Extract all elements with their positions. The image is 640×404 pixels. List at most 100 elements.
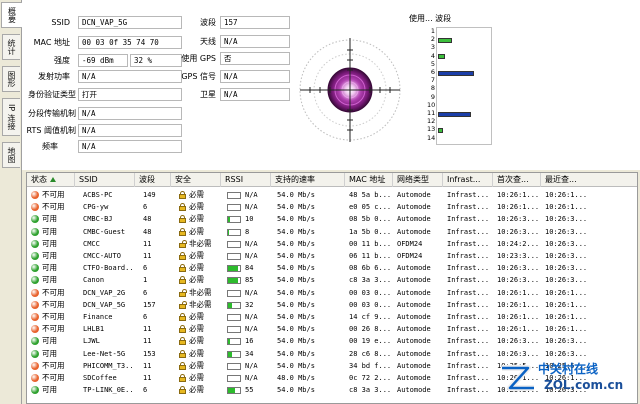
table-row[interactable]: 不可用 Finance 6 必需 N/A 54.0 Mb/s 14 cf 9... Autom… <box>27 311 637 323</box>
channel-cell: 6 <box>143 386 148 395</box>
ssid-cell: LJWL <box>83 337 100 346</box>
tab-overview[interactable]: 概要 <box>1 2 22 28</box>
status-text: 不可用 <box>42 312 65 321</box>
network-type-cell: Automode <box>397 203 431 212</box>
antenna-label: 天线 <box>200 37 216 46</box>
rate-cell: 48.0 Mb/s <box>277 374 315 382</box>
column-header-ssid[interactable]: SSID <box>75 173 135 187</box>
channel-cell: 11 <box>143 239 152 248</box>
freq-label: 频率 <box>42 142 58 151</box>
table-row[interactable]: 可用 CTFO-Board... 6 必需 84 54.0 Mb/s 08 6b 6... A… <box>27 262 637 274</box>
table-row[interactable]: 可用 CMCC-AUTO 11 必需 N/A 54.0 Mb/s 06 11 b... OFD… <box>27 250 637 262</box>
rssi-bar <box>227 387 241 395</box>
table-header: 状态 SSID 波段 安全 RSSI 支持的速率 MAC 地址 网络类型 Infrast... 首… <box>27 173 637 187</box>
column-header-mode[interactable]: 网络类型 <box>393 173 443 187</box>
tab-graph[interactable]: 图形 <box>2 66 20 92</box>
table-row[interactable]: 不可用 CPG-yw 6 必需 N/A 54.0 Mb/s e0 05 c... Automo… <box>27 201 637 213</box>
rts-label: RTS 阈值机制 <box>26 126 76 135</box>
status-text: 可用 <box>42 275 57 285</box>
column-header-label: SSID <box>79 175 98 184</box>
rate-cell: 54.0 Mb/s <box>277 215 315 224</box>
watermark-brand: 中关村在线 <box>538 362 599 376</box>
column-header-status[interactable]: 状态 <box>27 173 75 187</box>
table-row[interactable]: 不可用 ACBS-PC 149 必需 N/A 54.0 Mb/s 48 5a b... Aut… <box>27 189 637 201</box>
watermark-site: ZOL.com.cn <box>544 378 624 392</box>
security-cell: 非必需 <box>189 287 212 297</box>
frag-value: N/A <box>78 107 182 120</box>
ssid-value: DCN_VAP_5G <box>78 16 182 29</box>
column-header-sec[interactable]: 安全 <box>171 173 221 187</box>
rssi-bar <box>227 253 241 260</box>
status-unavailable-icon <box>31 325 39 334</box>
infrastructure-cell: Infrast... <box>447 239 490 248</box>
status-unavailable-icon <box>31 361 39 370</box>
table-row[interactable]: 可用 LJWL 11 必需 16 54.0 Mb/s 00 19 e... Automode I… <box>27 335 637 347</box>
rssi-bar <box>227 192 241 199</box>
mac-cell: 14 cf 9... <box>349 313 392 321</box>
mac-cell: c8 3a 3... <box>349 276 392 285</box>
column-header-label: Infrast... <box>447 175 481 184</box>
infrastructure-cell: Infrast... <box>447 361 490 370</box>
table-row[interactable]: 可用 Canon 1 必需 85 54.0 Mb/s c8 3a 3... Automode I… <box>27 274 637 286</box>
column-header-first[interactable]: 首次查... <box>493 173 541 187</box>
rate-cell: 54.0 Mb/s <box>277 227 315 236</box>
ssid-cell: DCN_VAP_5G <box>83 300 126 309</box>
first-seen-cell: 10:26:1... <box>497 313 540 321</box>
rate-cell: 54.0 Mb/s <box>277 386 315 395</box>
strength-pct-value: 32 % <box>130 54 182 67</box>
mac-cell: 08 6b 6... <box>349 264 392 273</box>
infrastructure-cell: Infrast... <box>447 288 490 297</box>
network-type-cell: OFDM24 <box>397 252 423 260</box>
infrastructure-cell: Infrast... <box>447 252 490 260</box>
table-row[interactable]: 可用 CMBC-BJ 48 必需 10 54.0 Mb/s 08 5b 0... Automo… <box>27 213 637 225</box>
tab-statistics[interactable]: 统计 <box>2 34 20 60</box>
rssi-cell: 10 <box>245 215 254 224</box>
status-available-icon <box>31 252 39 260</box>
status-text: 不可用 <box>42 373 65 382</box>
network-type-cell: Automode <box>397 337 431 346</box>
lock-icon <box>179 361 186 370</box>
security-cell: 必需 <box>189 226 204 236</box>
channel-number-label: 8 <box>430 84 435 93</box>
rts-value: N/A <box>78 124 182 137</box>
lock-icon <box>179 264 186 273</box>
channel-usage-bar <box>438 37 452 43</box>
table-row[interactable]: 可用 CMBC-Guest 48 必需 8 54.0 Mb/s 1a 5b 0... Auto… <box>27 226 637 238</box>
channel-usage-bar <box>438 70 474 76</box>
rssi-bar-fill <box>228 388 235 394</box>
rssi-bar <box>227 301 241 309</box>
rssi-bar <box>227 289 241 297</box>
last-seen-cell: 10:26:3... <box>545 337 588 346</box>
column-header-rssi[interactable]: RSSI <box>221 173 271 187</box>
status-unavailable-icon <box>31 191 39 199</box>
column-header-infra[interactable]: Infrast... <box>443 173 493 187</box>
security-cell: 必需 <box>189 214 204 224</box>
ssid-cell: LHLB1 <box>83 325 105 334</box>
column-header-mac[interactable]: MAC 地址 <box>345 173 393 187</box>
status-available-icon <box>31 215 39 224</box>
channel-cell: 11 <box>143 361 152 370</box>
mac-cell: 34 bd f... <box>349 361 392 370</box>
security-cell: 必需 <box>189 360 204 370</box>
rssi-cell: N/A <box>245 325 258 334</box>
table-row[interactable]: 不可用 LHLB1 11 必需 N/A 54.0 Mb/s 00 26 8... Automo… <box>27 323 637 335</box>
tab-map[interactable]: 地图 <box>2 142 20 168</box>
column-header-last[interactable]: 最近查... <box>541 173 637 187</box>
column-header-rate[interactable]: 支持的速率 <box>271 173 345 187</box>
table-row[interactable]: 不可用 DCN_VAP_5G 157 非必需 32 54.0 Mb/s 00 03 0...… <box>27 299 637 311</box>
network-type-cell: Automode <box>397 276 431 285</box>
column-header-label: 支持的速率 <box>275 175 315 184</box>
rssi-bar <box>227 338 241 346</box>
rssi-bar-fill <box>228 351 233 357</box>
tab-ip-connection[interactable]: IP 连接 <box>2 98 20 136</box>
table-row[interactable]: 不可用 DCN_VAP_2G 6 非必需 N/A 54.0 Mb/s 00 03 0... A… <box>27 287 637 299</box>
status-available-icon <box>31 264 39 273</box>
channel-number-label: 3 <box>430 43 435 52</box>
table-row[interactable]: 可用 CMCC 11 非必需 N/A 54.0 Mb/s 00 11 b... OFDM24 I… <box>27 238 637 250</box>
column-header-ch[interactable]: 波段 <box>135 173 171 187</box>
rssi-cell: N/A <box>245 239 258 248</box>
status-text: 可用 <box>42 214 57 224</box>
rssi-cell: N/A <box>245 361 258 370</box>
mac-cell: 00 03 0... <box>349 288 392 297</box>
lock-icon <box>179 191 186 199</box>
